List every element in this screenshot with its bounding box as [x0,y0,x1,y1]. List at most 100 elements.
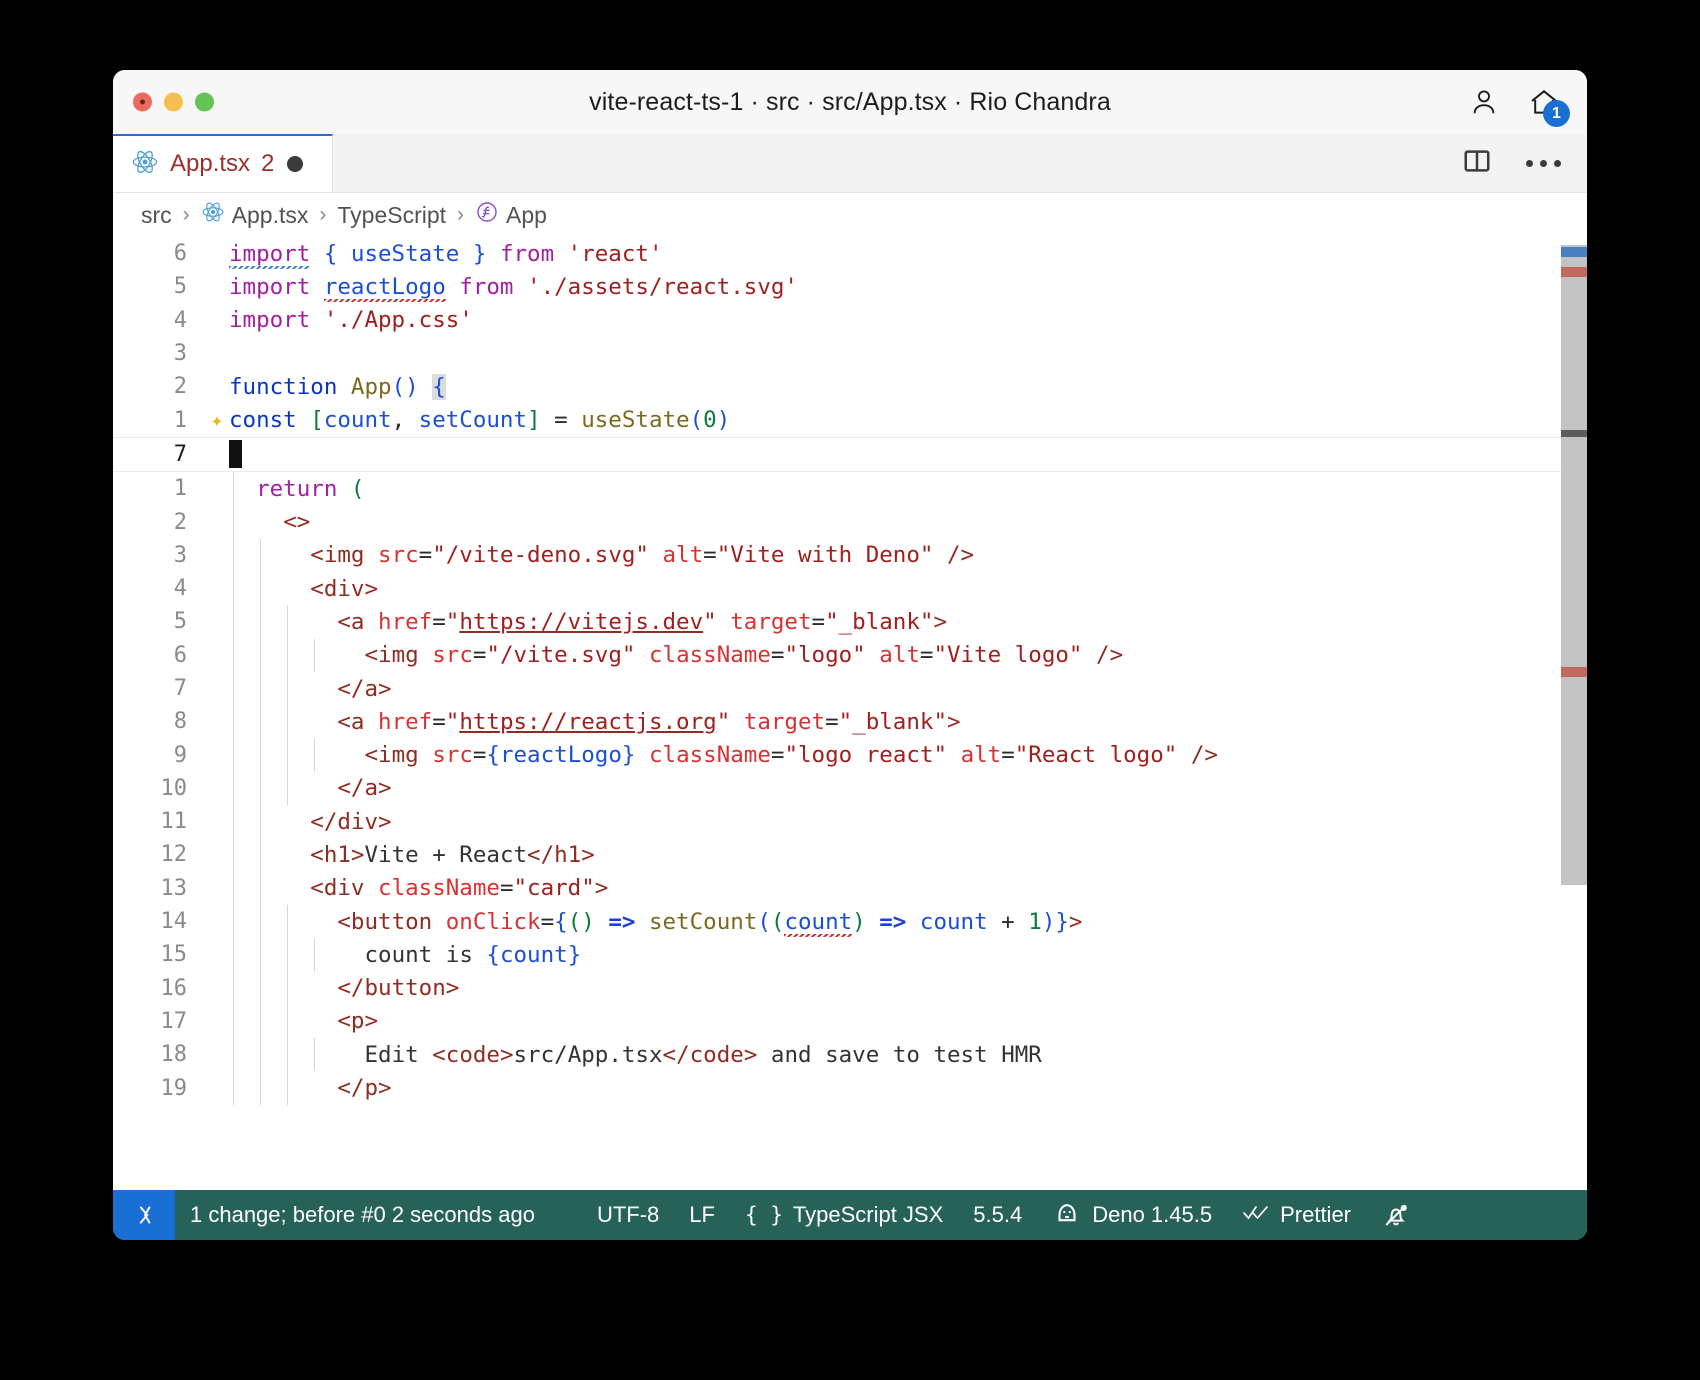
code-token: https://vitejs.dev [459,608,704,635]
code-editor[interactable]: 6 import { useState } from 'react' 5 import… [113,237,1587,1190]
code-line[interactable]: 7 </a> [113,671,1587,706]
indent-guide [233,571,234,606]
editor-vertical-scrollbar[interactable] [1561,237,1587,1190]
code-token: + [987,908,1029,935]
tab-app-tsx[interactable]: App.tsx 2 [113,134,333,192]
code-token: = [540,908,555,935]
code-line[interactable]: 15 count is {count} [113,938,1587,972]
split-editor-icon[interactable] [1462,146,1492,181]
code-token: = [499,875,514,902]
code-line[interactable]: 14 <button onClick={() => setCount((count… [113,904,1587,939]
code-line[interactable]: 8 <a href="https://reactjs.org" target="_… [113,705,1587,739]
language-status[interactable]: { } TypeScript JSX [730,1202,958,1228]
remote-window-icon[interactable] [113,1190,175,1240]
code-line[interactable]: 1 ✦ const [count, setCount] = useState(0) [113,403,1587,436]
code-token: <h1> [310,841,365,868]
encoding-status[interactable]: UTF-8 [582,1202,674,1228]
breadcrumb-item-app[interactable]: App [475,200,547,230]
indent-guide [260,671,262,706]
code-token: </a> [337,775,392,802]
code-line[interactable]: 13 <div className="card"> [113,871,1587,905]
code-token: function [229,373,338,400]
code-line[interactable]: 2 <> [113,505,1587,539]
timeline-status[interactable]: 1 change; before #0 2 seconds ago [175,1202,550,1228]
code-line[interactable]: 16 </button> [113,971,1587,1005]
code-line[interactable]: 17 <p> [113,1004,1587,1039]
code-line-text: return ( [229,476,364,502]
code-line[interactable]: 5 <a href="https://vitejs.dev" target="_b… [113,605,1587,639]
code-line-text: <> [229,509,310,535]
code-line[interactable]: 19 </p> [113,1071,1587,1105]
indent-guide [287,738,289,772]
code-line[interactable]: 2 function App() { [113,370,1587,403]
close-icon[interactable] [133,92,152,112]
breadcrumb-item-src[interactable]: src [141,202,172,229]
code-line[interactable]: 11 </div> [113,805,1587,839]
breadcrumb-separator: › [457,203,465,226]
code-line[interactable]: 3 [113,337,1587,370]
code-token: => [879,908,907,935]
code-line-text: <button onClick={() => setCount((count) … [229,908,1082,937]
code-line[interactable]: 4 import './App.css' [113,304,1587,337]
prettier-status[interactable]: Prettier [1227,1201,1366,1229]
deno-status[interactable]: Deno 1.45.5 [1037,1197,1227,1233]
minimize-icon[interactable] [164,92,183,112]
window-controls [133,92,214,112]
tab-dirty-indicator[interactable] [287,156,304,172]
code-line[interactable]: 3 <img src="/vite-deno.svg" alt="Vite wit… [113,538,1587,572]
code-line[interactable]: 1 return ( [113,472,1587,506]
code-token: > [594,875,609,902]
code-token: setCount [418,407,528,434]
eol-status-label: LF [689,1202,715,1227]
code-token: className [648,642,771,669]
code-token: './assets/react.svg' [527,273,798,300]
more-actions-icon[interactable] [1526,159,1561,167]
code-lines-container[interactable]: 6 import { useState } from 'react' 5 import… [113,237,1587,1190]
line-number: 7 [173,676,187,701]
maximize-icon[interactable] [195,92,214,112]
scrollbar-thumb[interactable] [1561,245,1587,885]
notifications-bell-slash-icon[interactable] [1366,1200,1433,1230]
indent-guide [260,838,262,872]
code-line[interactable]: 6 import { useState } from 'react' [113,237,1587,271]
indent-guide [233,871,234,905]
code-token: 'react' [567,240,663,267]
code-line[interactable]: 7 [113,436,1587,473]
code-token: () [391,373,419,400]
eol-status[interactable]: LF [674,1202,730,1228]
indent-guide [287,671,289,706]
check-all-icon [1242,1201,1270,1229]
indent-guide [260,938,262,972]
breadcrumb-separator: › [182,203,190,226]
code-line[interactable]: 10 </a> [113,771,1587,806]
indent-guide [287,1004,289,1039]
home-icon[interactable]: 1 [1527,85,1570,127]
code-token: = [811,608,826,635]
code-token: </a> [337,675,392,702]
account-icon[interactable] [1467,85,1501,119]
title-bar-actions: 1 [1467,85,1570,127]
code-token: <a [337,708,379,735]
code-line[interactable]: 6 <img src="/vite.svg" className="logo" a… [113,638,1587,672]
breadcrumb-item-app-tsx[interactable]: App.tsx [201,200,308,230]
indent-guide [260,1038,262,1072]
code-token: from [459,273,514,300]
code-line[interactable]: 4 <div> [113,571,1587,606]
code-line[interactable]: 9 <img src={reactLogo} className="logo re… [113,738,1587,772]
tab-bar: App.tsx 2 [113,134,1587,193]
code-line[interactable]: 5 import reactLogo from './assets/react.s… [113,270,1587,303]
code-line[interactable]: 18 Edit <code>src/App.tsx</code> and save… [113,1038,1587,1072]
indent-guide [287,1038,289,1072]
ts-version-status[interactable]: 5.5.4 [958,1202,1037,1228]
code-line[interactable]: 12 <h1>Vite + React</h1> [113,838,1587,872]
code-token: " [445,708,460,735]
code-token: </h1> [527,841,595,868]
ai-suggestion-icon[interactable]: ✦ [205,409,229,431]
indent-guide [287,1071,289,1105]
breadcrumb-item-typescript[interactable]: TypeScript [337,202,446,229]
